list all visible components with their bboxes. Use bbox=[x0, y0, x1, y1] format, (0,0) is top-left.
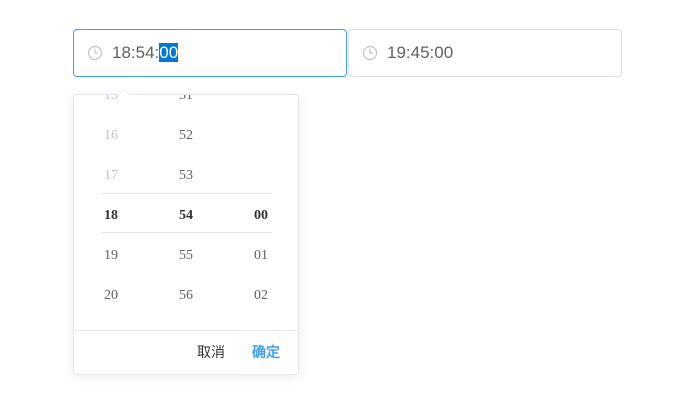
time-picker-panel: 15 16 17 18 19 20 51 52 53 54 55 56 00 0… bbox=[73, 94, 299, 375]
hour-item[interactable]: 16 bbox=[81, 126, 141, 146]
time-spinner: 15 16 17 18 19 20 51 52 53 54 55 56 00 0… bbox=[74, 95, 298, 331]
second-item[interactable]: 02 bbox=[231, 286, 291, 306]
end-time-value: 19:45:00 bbox=[387, 43, 454, 62]
start-time-value: 18:54:00 bbox=[112, 43, 179, 63]
minute-item-selected[interactable]: 54 bbox=[156, 206, 216, 226]
selection-line-bottom bbox=[101, 232, 272, 233]
hour-item[interactable]: 20 bbox=[81, 286, 141, 306]
hour-item[interactable]: 17 bbox=[81, 166, 141, 186]
start-time-selected-segment: 00 bbox=[159, 43, 179, 62]
hour-item-selected[interactable]: 18 bbox=[81, 206, 141, 226]
start-time-prefix: 18:54: bbox=[112, 43, 160, 62]
cancel-button[interactable]: 取消 bbox=[197, 344, 225, 362]
second-item[interactable]: 01 bbox=[231, 246, 291, 266]
minute-item[interactable]: 51 bbox=[156, 95, 216, 106]
time-range-page: 18:54:00 19:45:00 15 16 17 18 19 20 51 5… bbox=[0, 0, 690, 416]
clock-icon bbox=[87, 45, 103, 61]
clock-icon bbox=[362, 45, 378, 61]
start-time-input[interactable]: 18:54:00 bbox=[73, 29, 347, 77]
minute-item[interactable]: 52 bbox=[156, 126, 216, 146]
end-time-input[interactable]: 19:45:00 bbox=[348, 29, 622, 77]
minute-item[interactable]: 53 bbox=[156, 166, 216, 186]
hour-item[interactable]: 19 bbox=[81, 246, 141, 266]
popper-arrow-inner bbox=[119, 90, 129, 95]
minute-item[interactable]: 56 bbox=[156, 286, 216, 306]
picker-footer: 取消 确定 bbox=[74, 330, 298, 374]
selection-line-top bbox=[101, 193, 272, 194]
second-item-selected[interactable]: 00 bbox=[231, 206, 291, 226]
confirm-button[interactable]: 确定 bbox=[252, 344, 280, 362]
minute-item[interactable]: 55 bbox=[156, 246, 216, 266]
hour-item[interactable]: 15 bbox=[81, 95, 141, 106]
